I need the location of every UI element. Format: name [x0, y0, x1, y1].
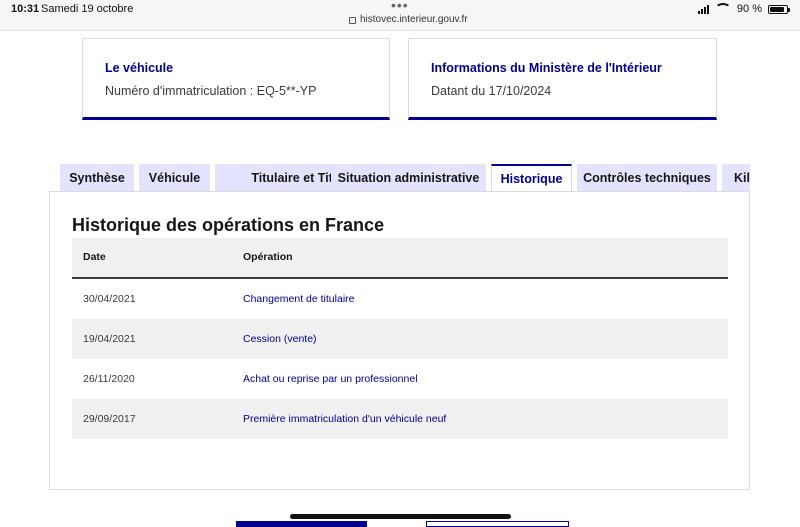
primary-action-button[interactable] [236, 521, 367, 527]
battery-percent: 90 % [736, 3, 762, 15]
row-operation: Cession (vente) [243, 333, 317, 345]
vehicle-card: Le véhicule Numéro d'immatriculation : E… [82, 38, 390, 120]
report-tabs: Synthèse Véhicule Titulaire et Titre Sit… [60, 164, 750, 192]
row-operation: Première immatriculation d'un véhicule n… [243, 413, 447, 425]
address-bar-url[interactable]: histovec.interieur.gouv.fr [360, 14, 468, 25]
row-date: 19/04/2021 [83, 333, 136, 345]
row-operation: Achat ou reprise par un professionnel [243, 373, 418, 385]
tab-situation-administrative[interactable]: Situation administrative [331, 164, 486, 192]
table-header: Date Opération [72, 238, 728, 279]
column-header-date: Date [83, 251, 106, 263]
cellular-signal-icon [697, 4, 709, 14]
home-indicator[interactable] [290, 514, 511, 519]
table-row: 30/04/2021 Changement de titulaire [72, 279, 728, 319]
column-header-operation: Opération [243, 251, 293, 263]
vehicle-card-title: Le véhicule [105, 61, 174, 75]
tab-vehicule[interactable]: Véhicule [139, 164, 210, 192]
lock-icon [349, 17, 356, 24]
registration-number: Numéro d'immatriculation : EQ-5**-YP [105, 84, 317, 98]
table-row: 26/11/2020 Achat ou reprise par un profe… [72, 359, 728, 399]
status-indicators: 90 % [697, 3, 790, 15]
battery-icon [768, 4, 790, 14]
ministry-info-card: Informations du Ministère de l'Intérieur… [408, 38, 717, 120]
ios-status-bar: 10:31 Samedi 19 octobre ••• histovec.int… [0, 0, 800, 31]
row-operation: Changement de titulaire [243, 293, 355, 305]
tab-kilometrage[interactable]: Kilo [722, 164, 750, 192]
row-date: 26/11/2020 [83, 373, 135, 385]
ministry-card-title: Informations du Ministère de l'Intérieur [431, 61, 662, 75]
status-date: Samedi 19 octobre [41, 3, 134, 15]
data-date: Datant du 17/10/2024 [431, 84, 552, 98]
history-table: Date Opération 30/04/2021 Changement de … [72, 238, 728, 439]
tab-historique[interactable]: Historique [491, 164, 572, 192]
table-row: 19/04/2021 Cession (vente) [72, 319, 728, 359]
clock: 10:31 [11, 3, 40, 15]
wifi-icon [714, 3, 731, 15]
more-dots-icon[interactable]: ••• [391, 0, 409, 13]
secondary-action-button[interactable] [426, 521, 569, 527]
section-title: Historique des opérations en France [72, 215, 385, 235]
row-date: 29/09/2017 [83, 413, 136, 425]
tab-synthese[interactable]: Synthèse [60, 164, 134, 192]
tab-controles-techniques[interactable]: Contrôles techniques [577, 164, 717, 192]
table-row: 29/09/2017 Première immatriculation d'un… [72, 399, 728, 439]
row-date: 30/04/2021 [83, 293, 136, 305]
